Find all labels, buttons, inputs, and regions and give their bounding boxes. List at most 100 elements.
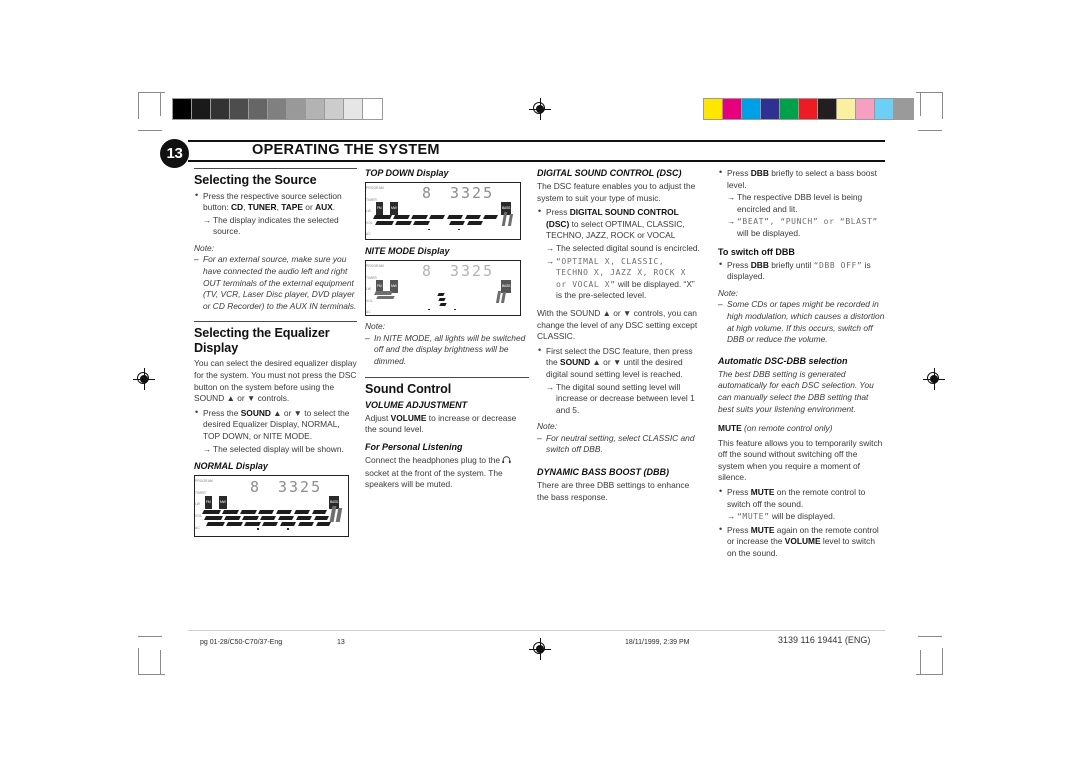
registration-mark-bottom (529, 638, 551, 660)
dbb-bullet-list: Press DBB briefly to select a bass boost… (718, 167, 885, 240)
control-volume: VOLUME (784, 536, 821, 547)
eq-bar (260, 516, 276, 521)
trim-tick-left-top (138, 130, 162, 131)
lcd-screen-topdown: PROGRAM TIMER 8 3325 FM MW LW VOL AC BAS… (366, 183, 520, 239)
eq-bar (393, 215, 410, 219)
list-item: Press DBB briefly to select a bass boost… (719, 167, 885, 240)
calibration-swatch-7 (306, 99, 325, 119)
dsc-level-bullet-list: First select the DSC feature, then press… (537, 345, 702, 417)
list-item: Press MUTE on the remote control to swit… (719, 486, 885, 523)
text: briefly until (768, 259, 814, 270)
source-bullet-list: Press the respective source selection bu… (194, 189, 357, 238)
text: Press (727, 259, 751, 270)
eq-bar (242, 516, 259, 521)
dsc-bullet-list: Press DIGITAL SOUND CONTROL (DSC) to sel… (537, 206, 702, 302)
calibration-swatch-1 (723, 99, 742, 119)
list-item: Press the SOUND ▲ or ▼ to select the des… (195, 407, 357, 455)
section-divider (194, 321, 357, 323)
eq-bar (206, 522, 225, 527)
eq-bar (376, 296, 395, 299)
calibration-swatch-9 (875, 99, 894, 119)
heading-mute: MUTE (on remote control only) (718, 423, 885, 435)
calibration-swatch-5 (268, 99, 287, 119)
dbb-intro: There are three DBB settings to enhance … (537, 480, 690, 502)
eq-bar (373, 215, 392, 219)
eq-bar (226, 522, 243, 527)
calibration-swatch-3 (761, 99, 780, 119)
trim-tick-right-bottom (918, 636, 942, 637)
eq-dot (257, 528, 259, 530)
heading-sound-control: Sound Control (365, 382, 452, 397)
button-dbb: DBB (750, 259, 769, 270)
dsc-intro: The DSC feature enables you to adjust th… (537, 181, 696, 203)
figure-nite-mode-display: PROGRAM TIMER 8 3325 FM MW LW VOL AC BAS… (365, 260, 521, 316)
calibration-swatch-10 (363, 99, 382, 119)
auto-dsc-dbb-body: The best DBB setting is generated automa… (718, 368, 874, 414)
button-mute: MUTE (750, 524, 775, 535)
text: Press (727, 524, 751, 535)
calibration-swatch-9 (344, 99, 363, 119)
lcd-tag-mw: MW (390, 202, 398, 215)
switch-off-bullet-list: Press DBB briefly until “DBB OFF” is dis… (718, 259, 885, 283)
result-note: The respective DBB level is being encirc… (727, 192, 885, 215)
sep: or (302, 202, 316, 213)
bullet-text: Press the (203, 407, 241, 418)
text: will be displayed. (769, 511, 836, 522)
eq-bar (411, 215, 428, 219)
result-note: The display indicates the selected sourc… (203, 215, 357, 238)
volume-body: Adjust VOLUME to increase or decrease th… (365, 413, 529, 436)
eq-bar (296, 516, 312, 521)
list-item: Press DIGITAL SOUND CONTROL (DSC) to sel… (538, 206, 702, 302)
figure-normal-display: PROGRAM TIMER 8 3325 FM MW LW VOL AC BAS… (194, 475, 349, 538)
page-title: OPERATING THE SYSTEM (252, 142, 440, 158)
eq-bar (258, 510, 274, 515)
control-sound: SOUND (559, 357, 591, 368)
eq-bar (467, 221, 483, 225)
heading-selecting-the-source: Selecting the Source (194, 173, 317, 187)
mute-subtitle: (on remote control only) (741, 423, 833, 434)
footer-document-code: 3139 116 19441 (ENG) (778, 635, 871, 645)
footer-timestamp: 18/11/1999, 2:39 PM (625, 639, 690, 646)
list-item: Press the respective source selection bu… (195, 189, 357, 238)
calibration-swatch-4 (780, 99, 799, 119)
note-label: Note: (537, 421, 558, 432)
trim-tick-left-bottom (138, 636, 162, 637)
calibration-swatch-2 (742, 99, 761, 119)
calibration-swatch-0 (173, 99, 192, 119)
eq-dot (428, 309, 430, 311)
result-note: The digital sound setting level will inc… (546, 382, 702, 417)
note-label: Note: (365, 321, 386, 331)
registration-mark-left (133, 368, 155, 390)
calibration-swatch-7 (837, 99, 856, 119)
calibration-swatch-8 (325, 99, 344, 119)
text: Press (727, 168, 751, 178)
eq-bar (449, 221, 465, 225)
lcd-text: “BEAT”, “PUNCH” or “BLAST” (737, 217, 878, 227)
trim-tick-bottom-left (160, 650, 161, 674)
eq-dot (428, 229, 430, 231)
note-label: Note: (194, 242, 215, 253)
button-dbb: DBB (750, 168, 769, 178)
eq-bar (294, 510, 310, 515)
lcd-screen-nite: PROGRAM TIMER 8 3325 FM MW LW VOL AC BAS… (366, 261, 520, 315)
eq-bar (316, 522, 331, 527)
eq-bar (276, 510, 292, 515)
page-number-badge: 13 (160, 139, 189, 168)
headphone-icon (502, 456, 512, 468)
figure-top-down-display: PROGRAM TIMER 8 3325 FM MW LW VOL AC BAS… (365, 182, 521, 240)
eq-bar (312, 510, 327, 515)
heading-to-switch-off-dbb: To switch off DBB (718, 246, 795, 257)
calibration-swatch-8 (856, 99, 875, 119)
note-item: Some CDs or tapes might be recorded in h… (718, 299, 885, 345)
lcd-big-digit: 8 (250, 478, 262, 497)
lcd-label-program: PROGRAM (366, 264, 384, 268)
trim-tick-top-left (160, 92, 161, 116)
lcd-tag-ac: AC (366, 232, 371, 237)
calibration-swatch-6 (818, 99, 837, 119)
text: Press (727, 487, 751, 498)
mute-bullet-list: Press MUTE on the remote control to swit… (718, 486, 885, 560)
button-cd: CD (230, 202, 244, 213)
note-label: Note: (718, 287, 739, 298)
eq-bar (280, 522, 296, 527)
lcd-label-program: PROGRAM (195, 479, 213, 484)
